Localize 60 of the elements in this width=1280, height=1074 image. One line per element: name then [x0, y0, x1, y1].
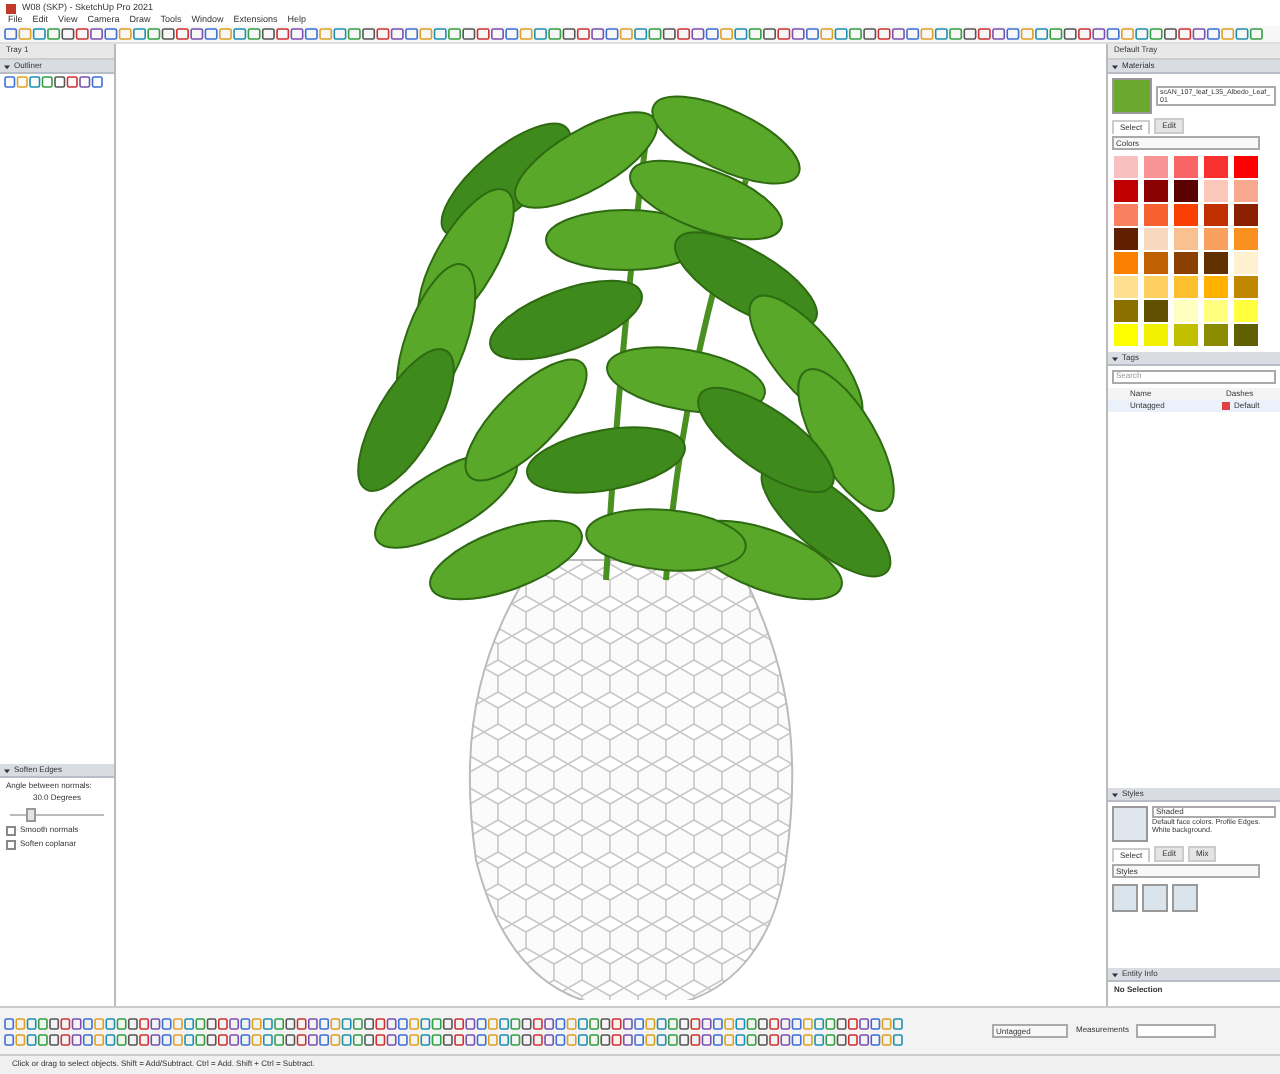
style-thumbnail[interactable]: [1112, 884, 1138, 912]
color-swatch[interactable]: [1234, 252, 1258, 274]
toolbar-icons-drawing[interactable]: [4, 28, 1264, 40]
color-swatch[interactable]: [1174, 324, 1198, 346]
color-swatch[interactable]: [1234, 156, 1258, 178]
color-swatch[interactable]: [1204, 276, 1228, 298]
color-swatch[interactable]: [1114, 300, 1138, 322]
color-swatch[interactable]: [1114, 276, 1138, 298]
color-swatch[interactable]: [1234, 180, 1258, 202]
leaf-texture-thumbnail: [1112, 78, 1152, 114]
color-swatch[interactable]: [1144, 276, 1168, 298]
outliner-toolbar-drawing[interactable]: [4, 76, 104, 88]
color-swatch[interactable]: [1234, 228, 1258, 250]
color-swatch[interactable]: [1204, 204, 1228, 226]
color-swatch[interactable]: [1144, 324, 1168, 346]
collapse-caret-icon[interactable]: [4, 767, 10, 773]
style-thumbnail[interactable]: [1172, 884, 1198, 912]
color-swatch[interactable]: [1174, 276, 1198, 298]
collapse-caret-icon[interactable]: [1112, 971, 1118, 977]
toolbar-icons-drawing[interactable]: [4, 1017, 904, 1029]
color-swatch[interactable]: [1234, 324, 1258, 346]
color-swatch[interactable]: [1114, 324, 1138, 346]
color-swatch[interactable]: [1144, 252, 1168, 274]
color-swatch[interactable]: [1144, 228, 1168, 250]
app-logo-icon: [6, 3, 16, 13]
style-thumbnail[interactable]: [1142, 884, 1168, 912]
color-swatch[interactable]: [1144, 300, 1168, 322]
color-swatch[interactable]: [1174, 228, 1198, 250]
color-swatch[interactable]: [1234, 204, 1258, 226]
collapse-caret-icon[interactable]: [1112, 791, 1118, 797]
3d-viewport[interactable]: [116, 44, 1106, 1006]
color-swatch[interactable]: [1174, 300, 1198, 322]
color-swatch[interactable]: [1204, 252, 1228, 274]
color-swatch[interactable]: [1204, 180, 1228, 202]
color-swatch[interactable]: [1114, 156, 1138, 178]
color-swatch[interactable]: [1204, 156, 1228, 178]
color-swatch[interactable]: [1204, 228, 1228, 250]
tag-color[interactable]: [1222, 402, 1230, 410]
color-swatch[interactable]: [1174, 204, 1198, 226]
color-swatch[interactable]: [1174, 180, 1198, 202]
toolbar-icons-drawing[interactable]: [4, 1033, 904, 1045]
color-swatch[interactable]: [1234, 276, 1258, 298]
color-swatch[interactable]: [1204, 324, 1228, 346]
color-swatch[interactable]: [1174, 252, 1198, 274]
color-swatch[interactable]: [1204, 300, 1228, 322]
style-thumbnail: [1112, 806, 1148, 842]
checkbox[interactable]: [6, 825, 16, 836]
color-swatch[interactable]: [1144, 204, 1168, 226]
slider-thumb[interactable]: [25, 807, 36, 822]
color-swatch[interactable]: [1114, 204, 1138, 226]
checkbox[interactable]: [6, 839, 16, 850]
color-swatch[interactable]: [1144, 180, 1168, 202]
color-swatch[interactable]: [1234, 300, 1258, 322]
color-swatch[interactable]: [1144, 156, 1168, 178]
color-swatch[interactable]: [1174, 156, 1198, 178]
collapse-caret-icon[interactable]: [1112, 355, 1118, 361]
color-swatch[interactable]: [1114, 252, 1138, 274]
color-swatch[interactable]: [1114, 228, 1138, 250]
color-swatch[interactable]: [1114, 180, 1138, 202]
measurements-field[interactable]: [1136, 1024, 1217, 1038]
